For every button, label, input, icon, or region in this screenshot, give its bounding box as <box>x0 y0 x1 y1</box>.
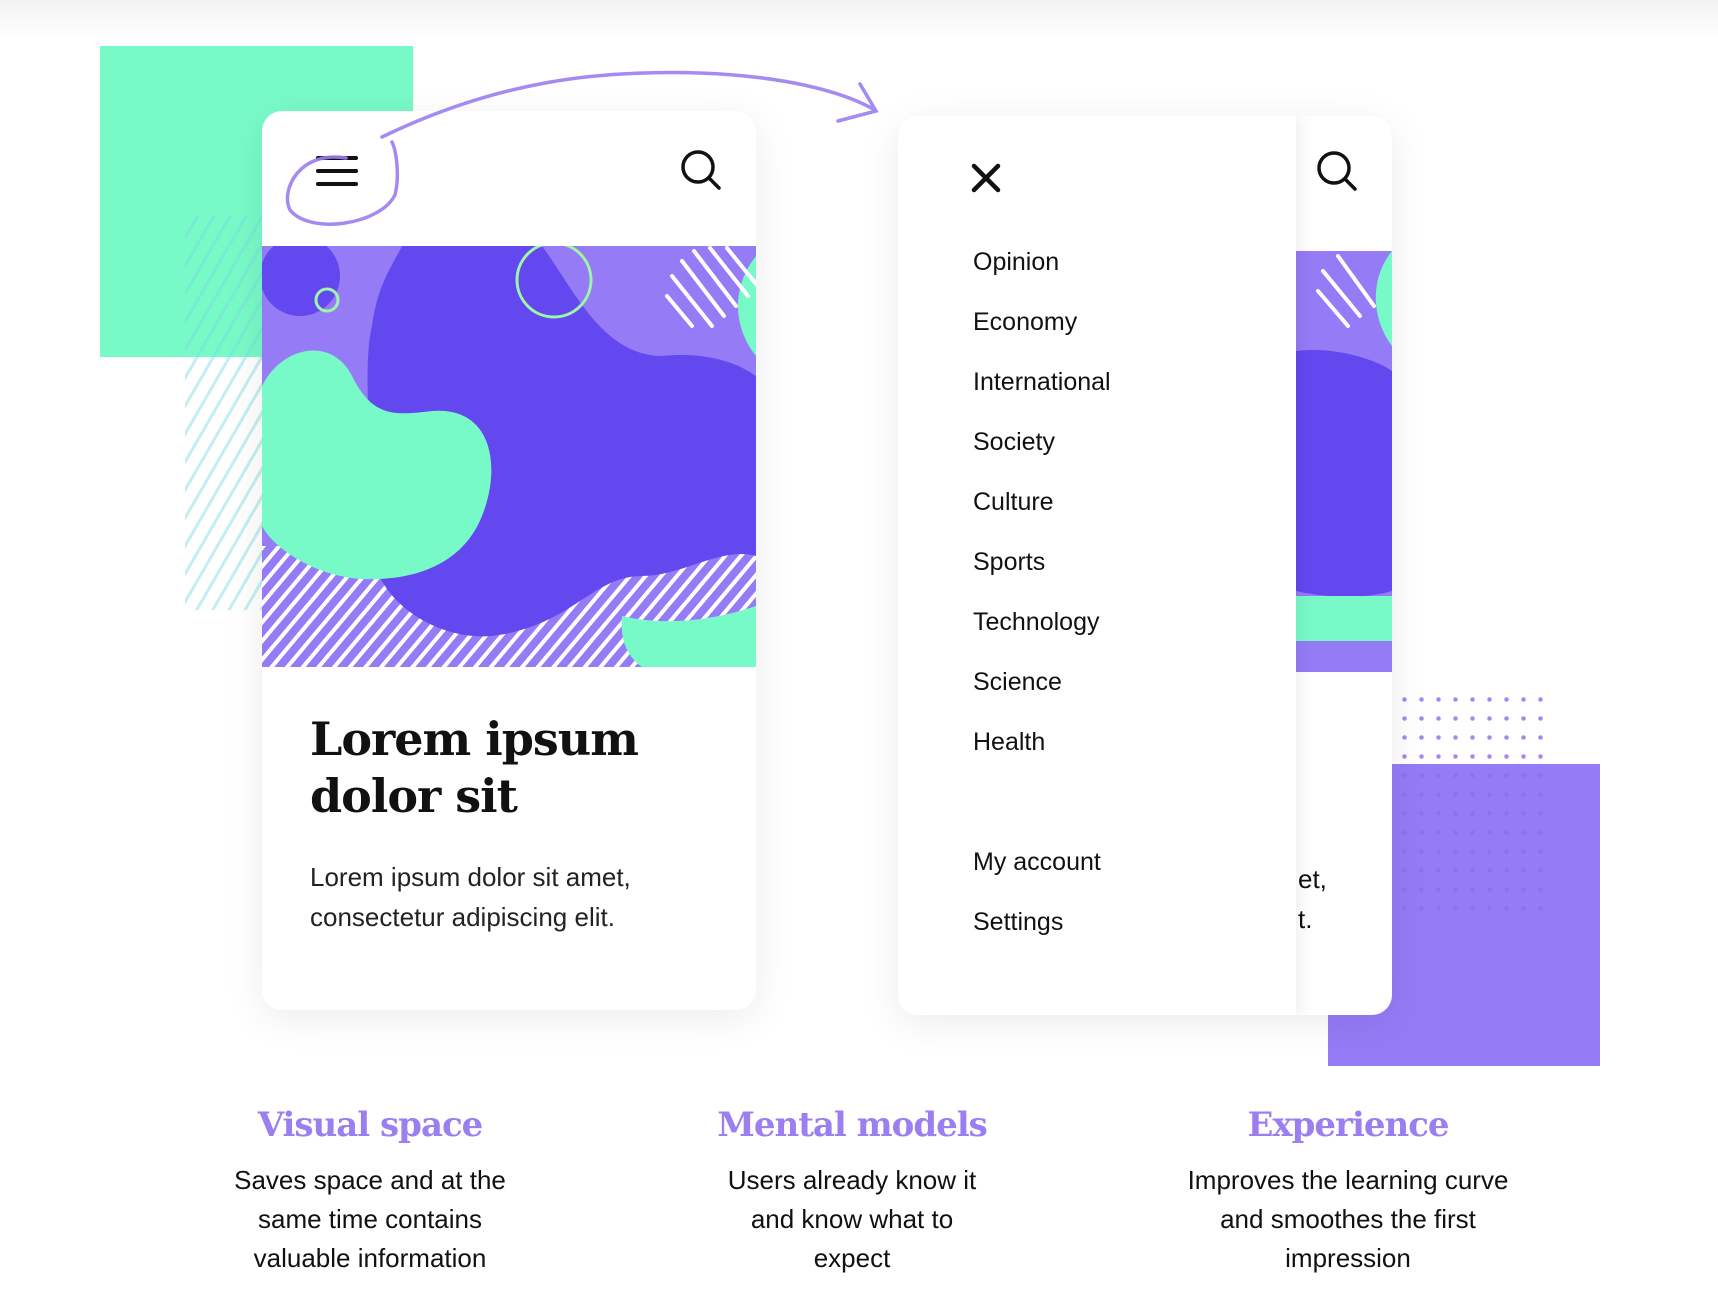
feature-mental-models: Mental models Users already know it and … <box>662 1105 1042 1278</box>
menu-item-health[interactable]: Health <box>973 728 1045 757</box>
feature-title: Mental models <box>717 1105 988 1145</box>
decor-hatch <box>185 216 263 610</box>
feature-text: Users already know it and know what to e… <box>727 1165 977 1273</box>
feature-title: Visual space <box>257 1105 484 1145</box>
menu-item-settings[interactable]: Settings <box>973 908 1063 937</box>
feature-visual-space: Visual space Saves space and at the same… <box>180 1105 560 1278</box>
peek-text-2: t. <box>1298 904 1313 934</box>
feature-experience: Experience Improves the learning curve a… <box>1158 1105 1538 1278</box>
menu-item-science[interactable]: Science <box>973 668 1062 697</box>
peek-text-1: et, <box>1298 864 1327 894</box>
menu-item-society[interactable]: Society <box>973 428 1055 457</box>
article-title: Lorem ipsum dolor sit <box>310 712 639 823</box>
navigation-drawer: Opinion Economy International Society Cu… <box>898 116 1296 1015</box>
article-excerpt: Lorem ipsum dolor sit amet, consectetur … <box>310 862 631 932</box>
menu-item-my-account[interactable]: My account <box>973 848 1101 877</box>
menu-item-opinion[interactable]: Opinion <box>973 248 1059 277</box>
arrow-annotation <box>285 70 879 226</box>
menu-item-economy[interactable]: Economy <box>973 308 1077 337</box>
close-icon[interactable] <box>970 162 1002 194</box>
decor-dots <box>1396 690 1548 912</box>
menu-item-sports[interactable]: Sports <box>973 548 1045 577</box>
menu-item-technology[interactable]: Technology <box>973 608 1099 637</box>
feature-text: Saves space and at the same time contain… <box>234 1165 506 1273</box>
feature-text: Improves the learning curve and smoothes… <box>1187 1165 1509 1273</box>
feature-title: Experience <box>1247 1105 1449 1145</box>
menu-item-culture[interactable]: Culture <box>973 488 1054 517</box>
hero-illustration <box>262 246 756 667</box>
menu-item-international[interactable]: International <box>973 368 1111 397</box>
